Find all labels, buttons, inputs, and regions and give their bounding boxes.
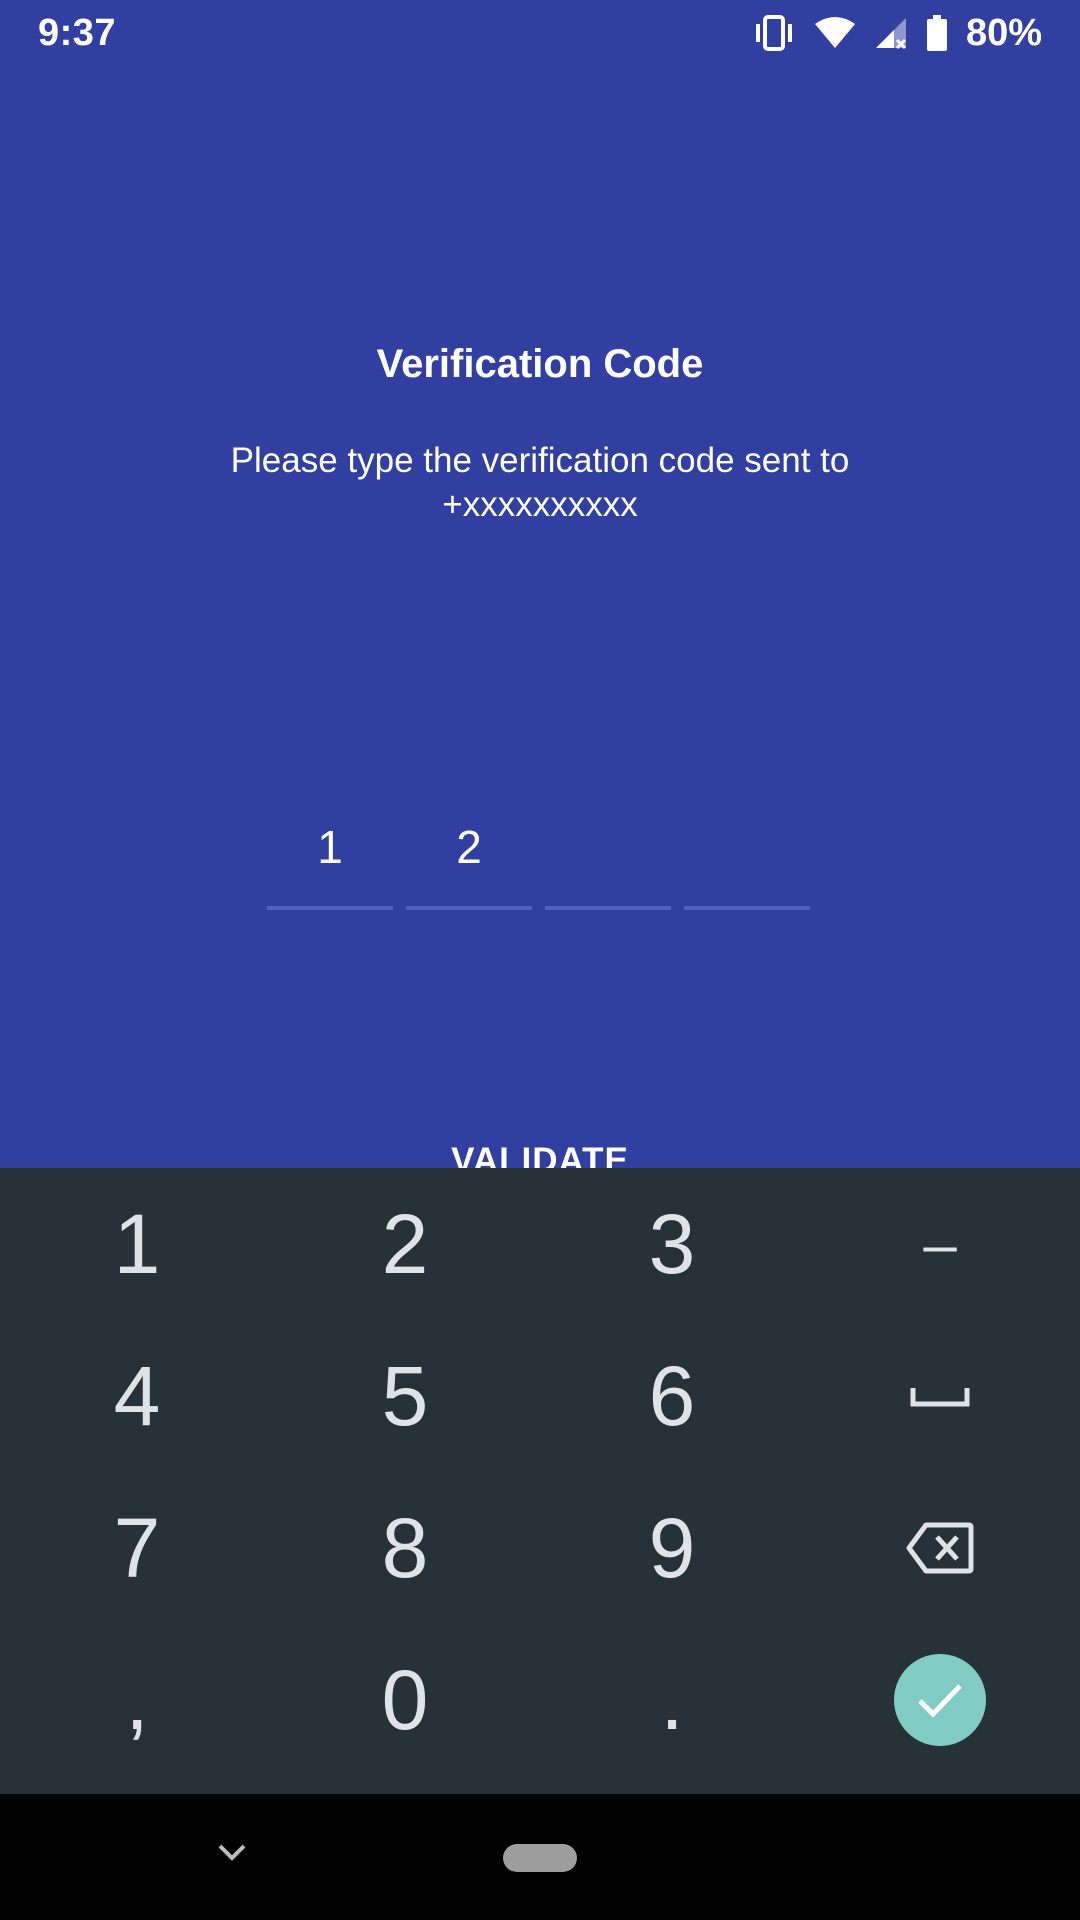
key-6[interactable]: 6 <box>537 1320 807 1472</box>
key-period[interactable]: . <box>537 1624 807 1776</box>
battery-icon <box>926 15 948 51</box>
key-backspace[interactable] <box>805 1472 1075 1624</box>
key-1[interactable]: 1 <box>2 1168 272 1320</box>
code-digit-field-3[interactable] <box>545 806 671 910</box>
code-underline <box>267 906 393 910</box>
code-digit-field-4[interactable] <box>684 806 810 910</box>
key-space[interactable] <box>805 1320 1075 1472</box>
checkmark-icon <box>918 1684 962 1718</box>
status-time: 9:37 <box>38 11 117 54</box>
wifi-icon <box>814 16 856 50</box>
key-5[interactable]: 5 <box>270 1320 540 1472</box>
code-digit-field-1[interactable]: 1 <box>267 806 393 910</box>
numeric-keyboard: 1 2 3 – 4 5 6 7 8 9 , 0 . <box>0 1168 1080 1794</box>
subtitle-line-1: Please type the verification code sent t… <box>230 441 850 480</box>
code-underline <box>684 906 810 910</box>
code-underline <box>406 906 532 910</box>
verification-screen: Verification Code Please type the verifi… <box>0 66 1080 1180</box>
key-2[interactable]: 2 <box>270 1168 540 1320</box>
battery-percent: 80% <box>965 11 1042 54</box>
key-9[interactable]: 9 <box>537 1472 807 1624</box>
code-digit-field-2[interactable]: 2 <box>406 806 532 910</box>
navigation-bar <box>0 1794 1080 1920</box>
hide-keyboard-button[interactable] <box>212 1832 252 1872</box>
page-title: Verification Code <box>376 342 704 386</box>
status-icons: 80% <box>752 12 1042 55</box>
cell-signal-icon <box>874 16 908 50</box>
key-0[interactable]: 0 <box>270 1624 540 1776</box>
code-underline <box>545 906 671 910</box>
subtitle: Please type the verification code sent t… <box>0 439 1080 527</box>
key-7[interactable]: 7 <box>2 1472 272 1624</box>
key-dash[interactable]: – <box>805 1168 1075 1320</box>
code-digit-1: 1 <box>317 821 343 873</box>
vibrate-icon <box>752 15 796 51</box>
confirm-button[interactable] <box>894 1654 986 1746</box>
chevron-down-icon <box>218 1844 246 1861</box>
key-3[interactable]: 3 <box>537 1168 807 1320</box>
code-digit-2: 2 <box>456 821 482 873</box>
backspace-icon <box>906 1522 974 1574</box>
code-input[interactable]: 1 2 <box>267 806 810 910</box>
phone-number: +xxxxxxxxxx <box>442 485 638 524</box>
key-8[interactable]: 8 <box>270 1472 540 1624</box>
key-4[interactable]: 4 <box>2 1320 272 1472</box>
key-confirm[interactable] <box>805 1624 1075 1776</box>
home-button[interactable] <box>503 1844 577 1872</box>
status-bar: 9:37 80% <box>0 0 1080 66</box>
space-icon <box>910 1388 970 1407</box>
key-comma[interactable]: , <box>2 1624 272 1776</box>
